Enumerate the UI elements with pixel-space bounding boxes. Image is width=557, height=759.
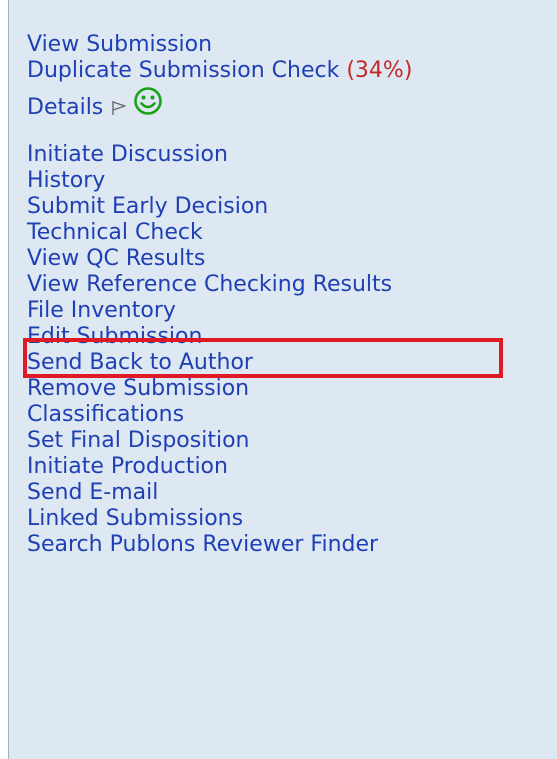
send-back-to-author-link[interactable]: Send Back to Author xyxy=(27,350,547,376)
duplicate-submission-check-link[interactable]: Duplicate Submission Check (34%) xyxy=(27,58,547,84)
initiate-discussion-link[interactable]: Initiate Discussion xyxy=(27,142,547,168)
initiate-production-link[interactable]: Initiate Production xyxy=(27,454,547,480)
flag-icon[interactable] xyxy=(111,100,127,116)
smiley-face-icon xyxy=(134,87,163,115)
view-reference-checking-results-link[interactable]: View Reference Checking Results xyxy=(27,272,547,298)
classifications-link[interactable]: Classifications xyxy=(27,402,547,428)
action-links-group: Initiate Discussion History Submit Early… xyxy=(27,142,547,558)
send-email-link[interactable]: Send E-mail xyxy=(27,480,547,506)
history-link[interactable]: History xyxy=(27,168,547,194)
remove-submission-link[interactable]: Remove Submission xyxy=(27,376,547,402)
edit-submission-link[interactable]: Edit Submission xyxy=(27,324,547,350)
duplicate-check-label: Duplicate Submission Check xyxy=(27,58,340,83)
linked-submissions-link[interactable]: Linked Submissions xyxy=(27,506,547,532)
view-qc-results-link[interactable]: View QC Results xyxy=(27,246,547,272)
duplicate-percentage: (34%) xyxy=(346,58,413,83)
file-inventory-link[interactable]: File Inventory xyxy=(27,298,547,324)
view-submission-link[interactable]: View Submission xyxy=(27,32,547,58)
details-link[interactable]: Details xyxy=(27,95,103,121)
search-publons-reviewer-finder-link[interactable]: Search Publons Reviewer Finder xyxy=(27,532,547,558)
submission-actions-panel: View Submission Duplicate Submission Che… xyxy=(8,0,557,759)
submit-early-decision-link[interactable]: Submit Early Decision xyxy=(27,194,547,220)
action-links-list: View Submission Duplicate Submission Che… xyxy=(23,32,547,558)
technical-check-link[interactable]: Technical Check xyxy=(27,220,547,246)
details-row: Details xyxy=(27,86,547,130)
set-final-disposition-link[interactable]: Set Final Disposition xyxy=(27,428,547,454)
